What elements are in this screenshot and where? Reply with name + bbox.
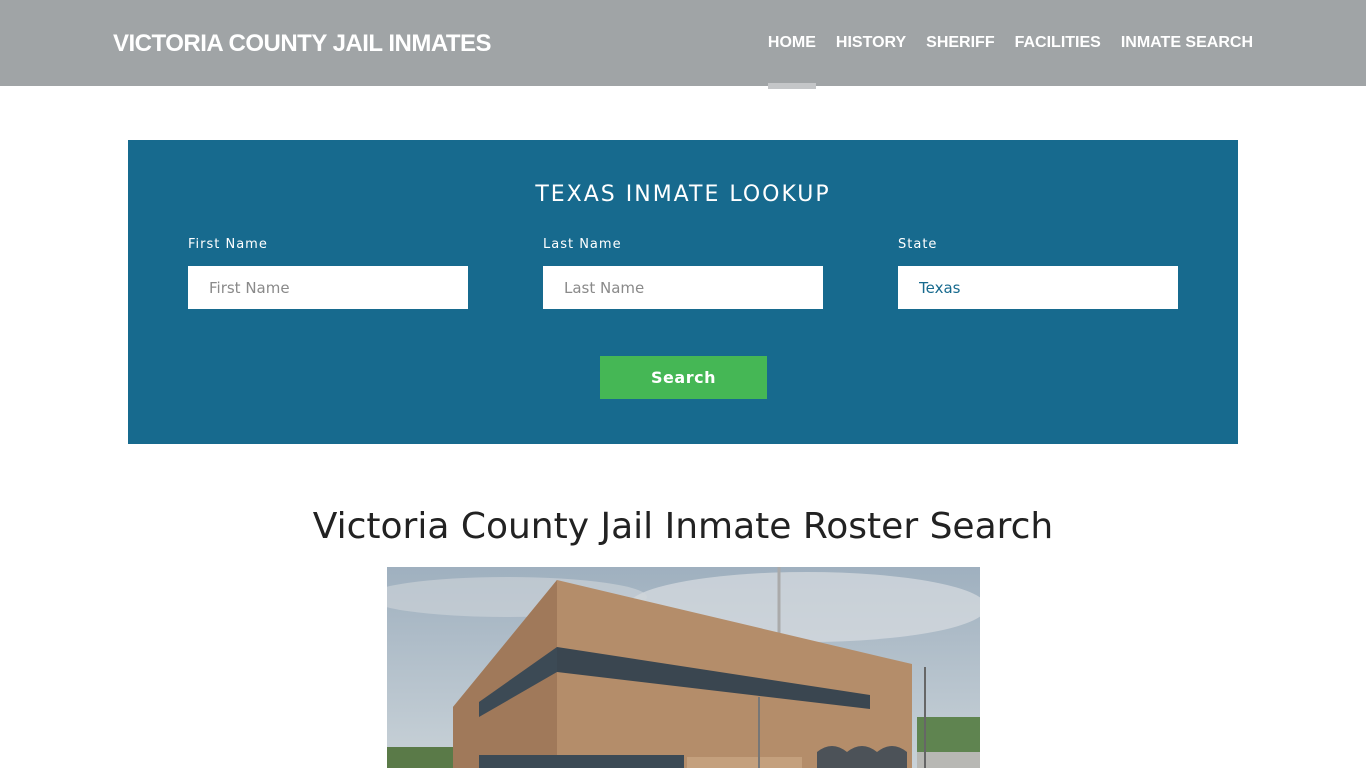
first-name-label: First Name — [188, 237, 268, 252]
last-name-label: Last Name — [543, 237, 622, 252]
nav-inmate-search[interactable]: INMATE SEARCH — [1121, 34, 1253, 52]
lookup-title: TEXAS INMATE LOOKUP — [535, 182, 831, 207]
nav-facilities[interactable]: FACILITIES — [1015, 34, 1101, 52]
state-input[interactable] — [898, 266, 1178, 309]
nav-history[interactable]: HISTORY — [836, 34, 906, 52]
state-group: State — [898, 237, 1178, 309]
page-title: Victoria County Jail Inmate Roster Searc… — [312, 506, 1054, 547]
main-nav: HOME HISTORY SHERIFF FACILITIES INMATE S… — [767, 34, 1253, 89]
top-navbar: VICTORIA COUNTY JAIL INMATES HOME HISTOR… — [0, 0, 1366, 89]
site-brand[interactable]: VICTORIA COUNTY JAIL INMATES — [113, 30, 492, 58]
nav-home[interactable]: HOME — [767, 34, 816, 89]
search-button[interactable]: Search — [600, 356, 767, 399]
inmate-lookup-form: TEXAS INMATE LOOKUP First Name Last Name… — [128, 140, 1238, 444]
jail-building-photo — [387, 567, 980, 768]
first-name-group: First Name — [188, 237, 468, 309]
nav-sheriff[interactable]: SHERIFF — [926, 34, 994, 52]
last-name-group: Last Name — [543, 237, 823, 309]
last-name-input[interactable] — [543, 266, 823, 309]
state-label: State — [898, 237, 938, 252]
first-name-input[interactable] — [188, 266, 468, 309]
